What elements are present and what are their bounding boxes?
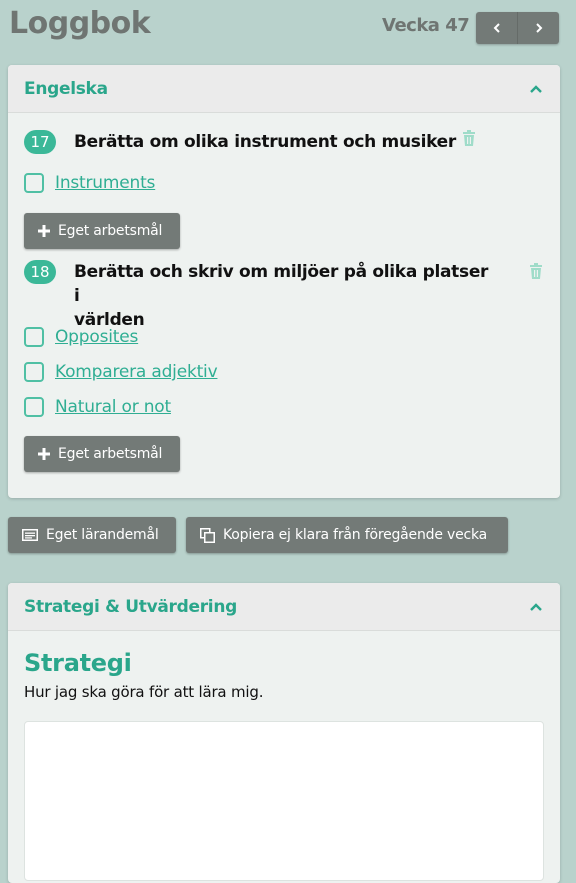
strategy-textarea[interactable] bbox=[24, 721, 544, 881]
task-checkbox[interactable] bbox=[24, 362, 44, 382]
task-item: Komparera adjektiv bbox=[24, 362, 218, 382]
task-link[interactable]: Opposites bbox=[55, 327, 138, 347]
own-learning-goal-button[interactable]: Eget lärandemål bbox=[8, 517, 176, 553]
task-link[interactable]: Komparera adjektiv bbox=[55, 362, 218, 382]
strategy-card-header[interactable]: Strategi & Utvärdering bbox=[8, 583, 560, 631]
prev-week-button[interactable] bbox=[476, 12, 517, 44]
goal-number-badge: 17 bbox=[24, 130, 56, 154]
plus-icon bbox=[38, 448, 50, 460]
goal-title-line-1: Berätta och skriv om miljöer på olika pl… bbox=[74, 262, 489, 306]
goal-text: Berätta om olika instrument och musiker bbox=[74, 130, 476, 154]
next-week-button[interactable] bbox=[517, 12, 559, 44]
chevron-up-icon[interactable] bbox=[528, 81, 544, 97]
goal-item: 17 Berätta om olika instrument och musik… bbox=[24, 130, 544, 154]
subject-card: Engelska 17 Berätta om olika instrument … bbox=[8, 65, 560, 498]
task-link[interactable]: Instruments bbox=[55, 173, 155, 193]
goal-item: 18 Berätta och skriv om miljöer på olika… bbox=[24, 260, 544, 332]
plus-icon bbox=[38, 225, 50, 237]
goal-number-badge: 18 bbox=[24, 260, 56, 284]
chevron-up-icon[interactable] bbox=[528, 599, 544, 615]
copy-unfinished-label: Kopiera ej klara från föregående vecka bbox=[223, 527, 488, 543]
list-icon bbox=[22, 529, 38, 541]
add-own-task-label: Eget arbetsmål bbox=[58, 446, 163, 462]
subject-title: Engelska bbox=[24, 78, 108, 99]
week-navigation bbox=[476, 12, 559, 44]
trash-icon[interactable] bbox=[462, 130, 476, 154]
task-link[interactable]: Natural or not bbox=[55, 397, 171, 417]
goal-title: Berätta om olika instrument och musiker bbox=[74, 132, 456, 152]
goal-text: Berätta och skriv om miljöer på olika pl… bbox=[74, 260, 494, 332]
chevron-left-icon bbox=[493, 23, 500, 33]
chevron-right-icon bbox=[535, 23, 542, 33]
strategy-card: Strategi & Utvärdering Strategi Hur jag … bbox=[8, 583, 560, 883]
add-own-task-label: Eget arbetsmål bbox=[58, 223, 163, 239]
task-checkbox[interactable] bbox=[24, 327, 44, 347]
add-own-task-button[interactable]: Eget arbetsmål bbox=[24, 436, 180, 472]
trash-icon[interactable] bbox=[529, 263, 543, 284]
subject-card-header[interactable]: Engelska bbox=[8, 65, 560, 113]
strategy-card-title: Strategi & Utvärdering bbox=[24, 596, 237, 617]
task-item: Natural or not bbox=[24, 397, 171, 417]
week-label: Vecka 47 bbox=[382, 15, 470, 36]
strategy-subtitle: Hur jag ska göra för att lära mig. bbox=[24, 683, 264, 701]
task-item: Opposites bbox=[24, 327, 138, 347]
add-own-task-button[interactable]: Eget arbetsmål bbox=[24, 213, 180, 249]
copy-unfinished-button[interactable]: Kopiera ej klara från föregående vecka bbox=[186, 517, 508, 553]
task-item: Instruments bbox=[24, 173, 155, 193]
task-checkbox[interactable] bbox=[24, 397, 44, 417]
task-checkbox[interactable] bbox=[24, 173, 44, 193]
strategy-heading: Strategi bbox=[24, 649, 132, 677]
page-title: Loggbok bbox=[9, 6, 151, 41]
copy-icon bbox=[200, 527, 215, 543]
own-learning-goal-label: Eget lärandemål bbox=[46, 527, 159, 543]
